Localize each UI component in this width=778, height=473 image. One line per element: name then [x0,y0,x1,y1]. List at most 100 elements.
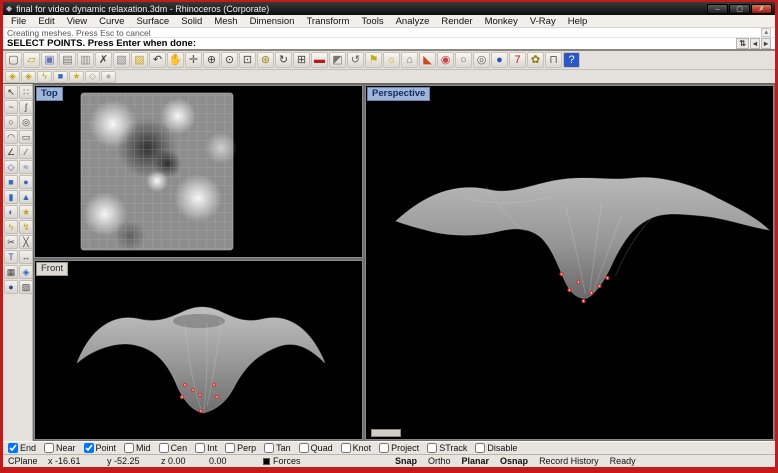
menu-analyze[interactable]: Analyze [390,16,436,27]
sphere-blue-icon[interactable]: ● [491,52,508,68]
menu-monkey[interactable]: Monkey [479,16,524,27]
command-prompt[interactable]: SELECT POINTS. Press Enter when done: ⇅ … [3,38,775,51]
rectangle-icon[interactable]: ▭ [19,130,33,144]
print-icon[interactable]: ▤ [59,52,76,68]
snap-toggle[interactable]: Snap [395,456,417,466]
ortho-toggle[interactable]: Ortho [428,456,451,466]
command-next-button[interactable]: ▸ [761,38,771,49]
close-button[interactable]: ✗ [751,4,772,14]
menu-mesh[interactable]: Mesh [208,16,243,27]
ellipse-icon[interactable]: ◎ [19,115,33,129]
menu-surface[interactable]: Surface [130,16,175,27]
osnap-near[interactable]: Near [44,443,76,453]
osnap-cen[interactable]: Cen [159,443,188,453]
help-icon[interactable]: ? [563,52,580,68]
loft-icon[interactable]: ≈ [19,160,33,174]
array-icon[interactable]: ▦ [4,265,18,279]
page-icon[interactable]: ▥ [77,52,94,68]
menu-transform[interactable]: Transform [300,16,355,27]
pan-hand-icon[interactable]: ✋ [167,52,184,68]
osnap-int-checkbox[interactable] [195,443,205,453]
cylinder-icon[interactable]: ▮ [4,190,18,204]
open-file-icon[interactable]: ▱ [23,52,40,68]
control-curve-icon[interactable]: ʃ [19,100,33,114]
car-icon[interactable]: ▬ [311,52,328,68]
osnap-cen-checkbox[interactable] [159,443,169,453]
text-icon[interactable]: T [4,250,18,264]
polyline-icon[interactable]: ∠ [4,145,18,159]
undo-icon[interactable]: ↶ [149,52,166,68]
shield-lightning-icon-3[interactable]: ϟ [37,71,52,83]
gear-icon[interactable]: ✿ [527,52,544,68]
lightning-icon[interactable]: ϟ [4,220,18,234]
new-file-icon[interactable]: ▢ [5,52,22,68]
osnap-perp-checkbox[interactable] [225,443,235,453]
render-preview-icon[interactable]: ↺ [347,52,364,68]
dimension-icon[interactable]: ↔ [19,250,33,264]
osnap-end-checkbox[interactable] [8,443,18,453]
cplane-button[interactable]: CPlane [8,456,46,466]
zoom-extents-icon[interactable]: ⊛ [257,52,274,68]
planar-toggle[interactable]: Planar [462,456,490,466]
viewport-top[interactable]: Top [34,85,363,258]
lock-icon[interactable]: ⌂ [401,52,418,68]
rotate-view-icon[interactable]: ↻ [275,52,292,68]
command-scroll-up-button[interactable]: ▴ [761,28,771,37]
render-sphere-icon[interactable]: ● [4,280,18,294]
osnap-project-checkbox[interactable] [379,443,389,453]
osnap-strack[interactable]: STrack [427,443,467,453]
zoom-window-icon[interactable]: ⊡ [239,52,256,68]
command-prev-button[interactable]: ◂ [750,38,760,49]
osnap-quad-checkbox[interactable] [299,443,309,453]
sphere-outline-icon[interactable]: ◎ [473,52,490,68]
viewport-perspective[interactable]: Perspective [365,85,774,440]
osnap-point[interactable]: Point [84,443,117,453]
curve-icon[interactable]: ~ [4,100,18,114]
menu-edit[interactable]: Edit [32,16,60,27]
flag-icon[interactable]: ⚑ [365,52,382,68]
osnap-perp[interactable]: Perp [225,443,256,453]
osnap-strack-checkbox[interactable] [427,443,437,453]
osnap-tan-checkbox[interactable] [264,443,274,453]
osnap-disable[interactable]: Disable [475,443,517,453]
osnap-knot[interactable]: Knot [341,443,372,453]
menu-vray[interactable]: V-Ray [524,16,562,27]
layer-pane[interactable]: Forces [263,456,393,466]
split-icon[interactable]: ╳ [19,235,33,249]
zoom-in-icon[interactable]: ⊕ [203,52,220,68]
boolean-icon[interactable]: ◐ [4,205,18,219]
mesh-icon[interactable]: ◈ [19,265,33,279]
bend-icon[interactable]: ↯ [19,220,33,234]
four-viewports-icon[interactable]: ⊞ [293,52,310,68]
osnap-near-checkbox[interactable] [44,443,54,453]
move-icon[interactable]: ✛ [185,52,202,68]
arc-icon[interactable]: ◠ [4,130,18,144]
viewport-front[interactable]: Front [34,260,363,440]
star-icon[interactable]: ★ [69,71,84,83]
blue-box-icon[interactable]: ■ [53,71,68,83]
osnap-mid-checkbox[interactable] [124,443,134,453]
record-history-toggle[interactable]: Record History [539,456,599,466]
paste-icon[interactable]: ▨ [131,52,148,68]
menu-view[interactable]: View [61,16,93,27]
menu-render[interactable]: Render [435,16,478,27]
box-icon[interactable]: ■ [4,175,18,189]
disc-icon[interactable]: ● [101,71,116,83]
sphere-grey-icon[interactable]: ○ [455,52,472,68]
menu-help[interactable]: Help [562,16,594,27]
delete-icon[interactable]: ✗ [95,52,112,68]
surface-icon[interactable]: ◇ [4,160,18,174]
zoom-dynamic-icon[interactable]: ⊙ [221,52,238,68]
menu-dimension[interactable]: Dimension [244,16,301,27]
osnap-project[interactable]: Project [379,443,419,453]
viewport-front-label[interactable]: Front [36,262,68,276]
explode-icon[interactable]: ★ [19,205,33,219]
osnap-end[interactable]: End [8,443,36,453]
copy-icon[interactable]: ▧ [113,52,130,68]
points-icon[interactable]: ∷ [19,85,33,99]
osnap-disable-checkbox[interactable] [475,443,485,453]
layout-icon[interactable]: ⊓ [545,52,562,68]
vray-icon[interactable]: ◣ [419,52,436,68]
osnap-quad[interactable]: Quad [299,443,333,453]
shield-lightning-icon-2[interactable]: ◈ [21,71,36,83]
